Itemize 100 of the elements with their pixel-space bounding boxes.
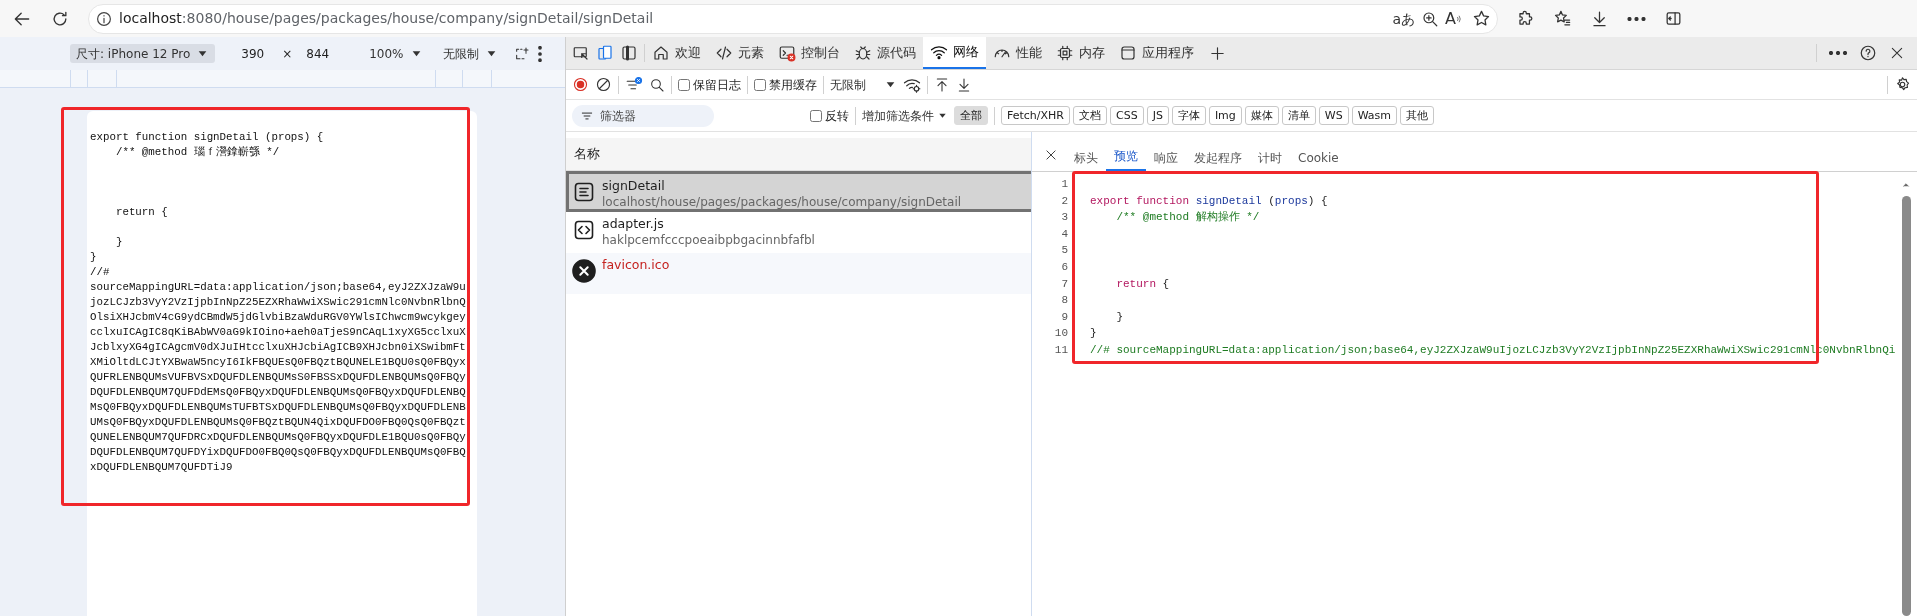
device-toolbar-button[interactable]	[596, 44, 614, 62]
read-aloud-button[interactable]: A	[1445, 10, 1466, 27]
checkbox-label[interactable]: 反转	[825, 106, 849, 125]
checkbox[interactable]	[678, 78, 690, 91]
more-button[interactable]	[537, 45, 542, 62]
extensions-button[interactable]	[1516, 9, 1535, 28]
preview-tab[interactable]: 计时	[1250, 145, 1290, 171]
scrollbar-thumb[interactable]	[1902, 196, 1911, 616]
chip-icon	[1056, 44, 1074, 62]
settings-button[interactable]	[1894, 76, 1911, 93]
times-sign: ×	[282, 45, 293, 63]
import-button[interactable]	[934, 76, 950, 93]
request-row[interactable]: favicon.ico	[566, 253, 1031, 294]
code-line: export function signDetail (props) {	[1089, 193, 1328, 209]
throttle-dropdown[interactable]: 无限制	[442, 47, 498, 60]
favorites-button[interactable]	[1553, 9, 1572, 28]
close-button[interactable]	[1889, 45, 1905, 61]
type-filter-chip[interactable]: JS	[1146, 106, 1169, 125]
type-filter-chip[interactable]: Fetch/XHR	[1001, 106, 1070, 125]
devtools-tab[interactable]: 网络	[923, 37, 986, 69]
request-name: adapter.js	[602, 215, 665, 232]
sidebar-button[interactable]	[1664, 9, 1683, 28]
code-line: //#	[90, 265, 111, 280]
zoom-button[interactable]	[1421, 9, 1440, 28]
more-button[interactable]	[1829, 51, 1847, 55]
throttle-dropdown[interactable]: 无限制	[830, 78, 897, 91]
code-line: JcblxyXG4gICAgcmV0dXJuIHtcclxuXHJcbiAgICB9XHJcbn0iXSwibmFt	[90, 340, 467, 355]
favorite-button[interactable]	[1472, 9, 1491, 28]
capture-button[interactable]	[513, 45, 530, 62]
record-button[interactable]	[572, 76, 589, 93]
type-filter-chip[interactable]: WS	[1318, 106, 1349, 125]
clear-button[interactable]	[595, 76, 612, 93]
width-value[interactable]: 390	[241, 44, 265, 63]
code-line: }	[1115, 309, 1123, 325]
devtools-tab[interactable]: 欢迎	[645, 37, 708, 69]
scroll-up-icon[interactable]	[1901, 180, 1911, 190]
line-number: 11	[1053, 342, 1068, 358]
devtools-tab[interactable]: 元素	[708, 37, 771, 69]
preview-tab[interactable]: 响应	[1146, 145, 1186, 171]
help-button[interactable]	[1859, 44, 1877, 62]
line-number: 9	[1060, 309, 1068, 325]
type-filter-chip[interactable]: Img	[1208, 106, 1242, 125]
zoom-dropdown[interactable]: 100%	[369, 47, 423, 60]
more-icon	[1627, 16, 1646, 21]
close-button[interactable]	[1044, 148, 1058, 162]
device-dropdown[interactable]: 尺寸: iPhone 12 Pro	[70, 44, 216, 63]
line-number: 4	[1060, 226, 1068, 242]
request-row[interactable]: signDetail localhost/house/pages/packages/house/company/signDetail	[566, 171, 1031, 212]
address-bar[interactable]: localhost:8080/house/pages/packages/house/company/signDetail/signDetail aあ A	[88, 3, 1498, 34]
code-line: return {	[114, 205, 169, 220]
devtools-tab[interactable]: 应用程序	[1112, 37, 1201, 69]
type-filter-chip[interactable]: 全部	[954, 106, 988, 125]
type-filter-chip[interactable]: 文档	[1073, 106, 1107, 125]
type-filter-chip[interactable]: 其他	[1400, 106, 1435, 125]
immersive-reader-button[interactable]: aあ	[1392, 11, 1416, 26]
more-icon	[537, 45, 542, 62]
type-filter-chip[interactable]: 字体	[1171, 106, 1206, 125]
code-line: QUNELENBQUM7QUFDRCxDQUFDLENBQUMsQ0FBQyxDQUFDLE1BQU0sQ0FBQy	[90, 430, 467, 445]
code-line: }	[114, 235, 124, 250]
inspect-button[interactable]	[572, 44, 590, 62]
line-number: 10	[1053, 326, 1068, 342]
request-url: localhost/house/pages/packages/house/company/signDetail	[602, 194, 962, 211]
column-header[interactable]: 名称	[574, 144, 600, 164]
new-tab-button[interactable]	[1209, 44, 1226, 62]
type-filter-chip[interactable]: 媒体	[1244, 106, 1279, 125]
more-button[interactable]	[1627, 16, 1646, 21]
checkbox-label[interactable]: 禁用缓存	[769, 75, 817, 94]
preview-tab[interactable]: 预览	[1106, 143, 1146, 171]
devtools-tab[interactable]: 控制台	[771, 37, 847, 69]
add-filter-dropdown[interactable]: 增加筛选条件	[862, 109, 948, 122]
devtools-tab[interactable]: 内存	[1049, 37, 1112, 69]
type-filter-chip[interactable]: 清单	[1281, 106, 1316, 125]
checkbox[interactable]	[754, 78, 766, 91]
line-number: 5	[1060, 243, 1068, 259]
search-button[interactable]	[649, 76, 665, 93]
dock-button[interactable]	[620, 44, 638, 62]
line-number: 8	[1060, 293, 1068, 309]
code-line: jozLCJzb3VyY2VzIjpbInNpZ25EZXRhaWwiXSwic291cmNlc0NvbnRlbnQ	[90, 295, 467, 310]
type-filter-chip[interactable]: CSS	[1110, 106, 1144, 125]
bug-icon	[854, 44, 872, 62]
export-button[interactable]	[956, 76, 972, 93]
downloads-button[interactable]	[1590, 9, 1609, 28]
request-row[interactable]: adapter.js haklpcemfcccpoeaibpbgacinnbfafbl	[566, 212, 1031, 253]
checkbox[interactable]	[810, 109, 822, 122]
preview-tab[interactable]: 发起程序	[1186, 145, 1250, 171]
request-name: favicon.ico	[602, 256, 670, 273]
document-icon	[572, 180, 596, 204]
code-line: /** @method 解构操作 */	[1115, 210, 1260, 226]
error-icon	[572, 259, 596, 283]
preview-tab[interactable]: Cookie	[1290, 145, 1347, 171]
preview-tab[interactable]: 标头	[1066, 145, 1106, 171]
filter-field[interactable]: 筛选器	[572, 104, 714, 127]
checkbox-label[interactable]: 保留日志	[693, 75, 741, 94]
code-line: cclxuICAgIC8qKiBAbWV0aG9kIOino+aeh0aTjeS9nCAqL1xyXG5cclxuX	[90, 325, 467, 340]
devtools-tab[interactable]: 源代码	[847, 37, 923, 69]
type-filter-chip[interactable]: Wasm	[1351, 106, 1398, 125]
height-value[interactable]: 844	[306, 44, 330, 63]
more-icon	[1829, 51, 1847, 55]
devtools-tab[interactable]: 性能	[986, 37, 1049, 69]
code-line: XMiOltdLCJtYXBwaW5ncyI6IkFBQUEsQ0FBQztBQUNELE1BQU0sQ0FBQyx	[90, 355, 467, 370]
